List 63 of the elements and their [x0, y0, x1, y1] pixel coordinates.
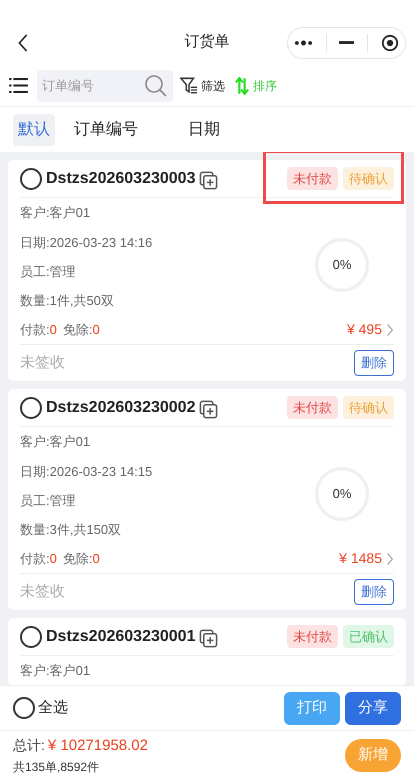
menu-icon[interactable] — [9, 78, 28, 93]
share-button[interactable]: 分享 — [345, 692, 401, 724]
sign-status: 未签收 — [20, 352, 65, 373]
copy-icon[interactable] — [199, 400, 218, 419]
date-text: 日期:2026-03-23 14:15 — [20, 463, 154, 481]
summary-text: 共135单,8592件 — [13, 758, 100, 776]
minimize-icon[interactable] — [339, 40, 354, 44]
status-tag: 未付款 — [287, 624, 338, 648]
status-tag: 待确认 — [343, 396, 394, 420]
paid-value: 0 — [50, 550, 57, 568]
page-title: 订货单 — [184, 32, 230, 52]
waived-value: 0 — [92, 550, 100, 568]
order-checkbox[interactable] — [20, 168, 42, 190]
sort-tab[interactable]: 默认 — [13, 114, 55, 146]
select-all-label: 全选 — [38, 698, 68, 718]
search-field[interactable]: 订单编号 — [37, 70, 173, 102]
progress-text: 0% — [332, 486, 352, 502]
status-tag: 未付款 — [287, 166, 338, 190]
date-text: 日期:2026-03-23 14:16 — [20, 234, 154, 252]
amount-text: ¥ 495 — [346, 320, 382, 339]
sort-icon — [235, 76, 249, 94]
waived-label: 免除: — [62, 550, 92, 568]
delete-button[interactable]: 删除 — [354, 579, 394, 605]
chevron-right-icon[interactable] — [386, 322, 394, 336]
delete-button[interactable]: 删除 — [354, 350, 394, 376]
order-number: Dstzs202603230002 — [46, 398, 196, 418]
record-icon[interactable] — [380, 34, 399, 52]
waived-label: 免除: — [62, 320, 92, 339]
status-tag: 未付款 — [287, 396, 338, 420]
copy-icon[interactable] — [199, 171, 218, 190]
total-amount: ¥ 10271958.02 — [48, 736, 148, 756]
customer-text: 客户:客户01 — [20, 662, 92, 680]
order-number: Dstzs202603230003 — [46, 168, 196, 188]
customer-text: 客户:客户01 — [20, 204, 92, 222]
sign-status: 未签收 — [20, 582, 65, 602]
total-label: 总计: — [13, 736, 45, 756]
customer-text: 客户:客户01 — [20, 433, 92, 451]
status-tag: 已确认 — [343, 624, 394, 648]
staff-text: 员工:管理 — [20, 492, 77, 510]
filter-icon — [180, 77, 198, 94]
sort-tab[interactable]: 订单编号 — [69, 114, 143, 146]
print-button[interactable]: 打印 — [284, 692, 340, 724]
order-checkbox[interactable] — [20, 626, 42, 648]
progress-text: 0% — [332, 256, 352, 272]
order-number: Dstzs202603230001 — [46, 626, 196, 646]
paid-value: 0 — [50, 320, 57, 339]
back-icon[interactable] — [17, 34, 29, 52]
status-tag: 待确认 — [343, 166, 394, 190]
more-icon[interactable] — [294, 40, 314, 46]
amount-text: ¥ 1485 — [339, 549, 382, 568]
chevron-right-icon[interactable] — [386, 552, 394, 566]
paid-label: 付款: — [20, 320, 50, 339]
quantity-text: 数量:1件,共50双 — [20, 292, 115, 310]
staff-text: 员工:管理 — [20, 263, 77, 281]
select-all-checkbox[interactable] — [13, 697, 35, 719]
waived-value: 0 — [92, 320, 100, 339]
order-checkbox[interactable] — [20, 396, 42, 418]
copy-icon[interactable] — [199, 629, 218, 648]
sort-tab[interactable]: 日期 — [183, 114, 225, 146]
filter-button[interactable]: 筛选 — [180, 76, 225, 94]
paid-label: 付款: — [20, 550, 50, 568]
search-icon[interactable] — [144, 74, 168, 98]
quantity-text: 数量:3件,共150双 — [20, 521, 122, 539]
